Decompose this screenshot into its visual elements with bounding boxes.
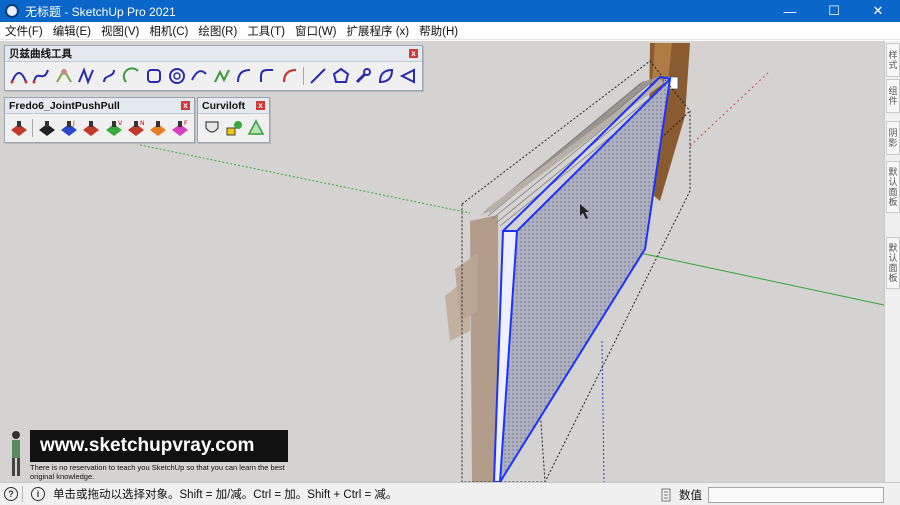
- convert-curve-icon[interactable]: [398, 65, 420, 87]
- menu-tools[interactable]: 工具(T): [242, 23, 290, 39]
- menu-file[interactable]: 文件(F): [0, 23, 48, 39]
- loft-along-path-icon[interactable]: [245, 117, 266, 139]
- fillet-icon[interactable]: [256, 65, 278, 87]
- geolocation-icon[interactable]: ?: [4, 487, 18, 501]
- status-hint: 单击或拖动以选择对象。Shift = 加/减。Ctrl = 加。Shift + …: [53, 489, 398, 501]
- svg-text:N: N: [140, 120, 145, 127]
- default-tray: 样式 组件 阴影 默认面板 默认面板: [884, 41, 900, 482]
- toolbar-separator: [303, 67, 305, 85]
- svg-text:V: V: [118, 120, 123, 127]
- curviloft-toolbar-buttons: [198, 114, 269, 142]
- loft-shield-icon[interactable]: [201, 117, 222, 139]
- window-title: 无标题 - SketchUp Pro 2021: [25, 4, 176, 19]
- maximize-button[interactable]: ☐: [812, 0, 856, 22]
- fredo-toolbar-header: Fredo6_JointPushPull x: [5, 98, 194, 114]
- measurements-input[interactable]: [708, 486, 884, 503]
- push-pull-variant-icon-3[interactable]: [81, 117, 102, 139]
- blue-axis-dashed: [601, 340, 605, 482]
- push-pull-variant-icon-5[interactable]: N: [125, 117, 146, 139]
- close-button[interactable]: ✕: [856, 0, 900, 22]
- curviloft-toolbar: Curviloft x: [197, 97, 270, 143]
- fredo-toolbar-title: Fredo6_JointPushPull: [9, 99, 120, 112]
- tray-tab-default-panel[interactable]: 默认面板: [886, 161, 900, 213]
- joint-push-pull-icon[interactable]: [8, 117, 29, 139]
- menu-extensions[interactable]: 扩展程序 (x): [342, 23, 415, 39]
- loft-skin-icon[interactable]: [223, 117, 244, 139]
- spiral-icon[interactable]: [166, 65, 188, 87]
- fredo-toolbar-close-button[interactable]: x: [181, 101, 190, 110]
- menu-view[interactable]: 视图(V): [96, 23, 144, 39]
- push-pull-variant-icon-1[interactable]: [36, 117, 57, 139]
- divider-curve-icon[interactable]: [234, 65, 256, 87]
- push-pull-variant-icon-7[interactable]: F: [170, 117, 191, 139]
- menu-bar: 文件(F) 编辑(E) 视图(V) 相机(C) 绘图(R) 工具(T) 窗口(W…: [0, 22, 900, 40]
- watermark-url: www.sketchupvray.com: [40, 435, 255, 456]
- menu-draw[interactable]: 绘图(R): [193, 23, 242, 39]
- title-bar: 无标题 - SketchUp Pro 2021 — ☐ ✕: [0, 0, 900, 22]
- push-pull-variant-icon-6[interactable]: [147, 117, 168, 139]
- watermark-banner: www.sketchupvray.com: [30, 430, 288, 462]
- bezier-toolbar-header: 贝兹曲线工具 x: [5, 46, 422, 62]
- f-spline-icon[interactable]: [98, 65, 120, 87]
- bezier-toolbar-close-button[interactable]: x: [409, 49, 418, 58]
- minimize-button[interactable]: —: [768, 0, 812, 22]
- svg-text:J: J: [72, 120, 75, 127]
- rounded-rect-icon[interactable]: [143, 65, 165, 87]
- tray-tab-shadows[interactable]: 阴影: [886, 121, 900, 155]
- curviloft-toolbar-header: Curviloft x: [198, 98, 269, 114]
- menu-help[interactable]: 帮助(H): [414, 23, 463, 39]
- tray-tab-styles[interactable]: 样式: [886, 43, 900, 77]
- line-curve-icon[interactable]: [307, 65, 329, 87]
- red-arc-icon[interactable]: [279, 65, 301, 87]
- menu-camera[interactable]: 相机(C): [144, 23, 193, 39]
- svg-text:F: F: [184, 120, 188, 127]
- polyline-icon[interactable]: [76, 65, 98, 87]
- curviloft-toolbar-title: Curviloft: [202, 99, 246, 112]
- toolbar-separator: [32, 119, 34, 137]
- green-axis-dashed: [139, 144, 471, 214]
- push-pull-variant-icon-2[interactable]: J: [58, 117, 79, 139]
- fredo-toolbar-buttons: JVNF: [5, 114, 194, 142]
- fredo-toolbar: Fredo6_JointPushPull x J V N F: [4, 97, 195, 143]
- green-axis: [639, 252, 884, 306]
- bezier-curve-icon[interactable]: [8, 65, 30, 87]
- wrench-icon[interactable]: [352, 65, 374, 87]
- measurements-grip-icon: [661, 488, 671, 501]
- curviloft-toolbar-close-button[interactable]: x: [256, 101, 265, 110]
- menu-window[interactable]: 窗口(W): [290, 23, 342, 39]
- measurements-label: 数值: [679, 489, 702, 502]
- status-divider: [22, 486, 23, 502]
- spline-edit-icon[interactable]: [53, 65, 75, 87]
- presenter-figure: [8, 430, 24, 480]
- bezier-toolbar-buttons: [5, 62, 422, 90]
- slab-side: [470, 215, 498, 482]
- catmull-curve-icon[interactable]: [189, 65, 211, 87]
- tray-tab-default-panel-2[interactable]: 默认面板: [886, 237, 900, 289]
- leaf-curve-icon[interactable]: [375, 65, 397, 87]
- status-bar: ? i 单击或拖动以选择对象。Shift = 加/减。Ctrl = 加。Shif…: [0, 482, 900, 505]
- info-icon[interactable]: i: [31, 487, 45, 501]
- modeling-viewport[interactable]: 贝兹曲线工具 x Fredo6_JointPushPull x J V N F Cur…: [0, 41, 884, 482]
- tray-tab-components[interactable]: 组件: [886, 79, 900, 113]
- menu-edit[interactable]: 编辑(E): [48, 23, 96, 39]
- bezier-toolbar-title: 贝兹曲线工具: [9, 48, 72, 60]
- watermark-tagline: There is no reservation to teach you Ske…: [30, 463, 285, 481]
- arc-icon[interactable]: [121, 65, 143, 87]
- sketchup-logo-icon: [5, 4, 19, 18]
- red-axis-dashed: [689, 70, 771, 147]
- b-spline-icon[interactable]: [211, 65, 233, 87]
- cubic-bezier-icon[interactable]: [31, 65, 53, 87]
- push-pull-variant-icon-4[interactable]: V: [103, 117, 124, 139]
- polygon-curve-icon[interactable]: [330, 65, 352, 87]
- bezier-toolbar: 贝兹曲线工具 x: [4, 45, 423, 91]
